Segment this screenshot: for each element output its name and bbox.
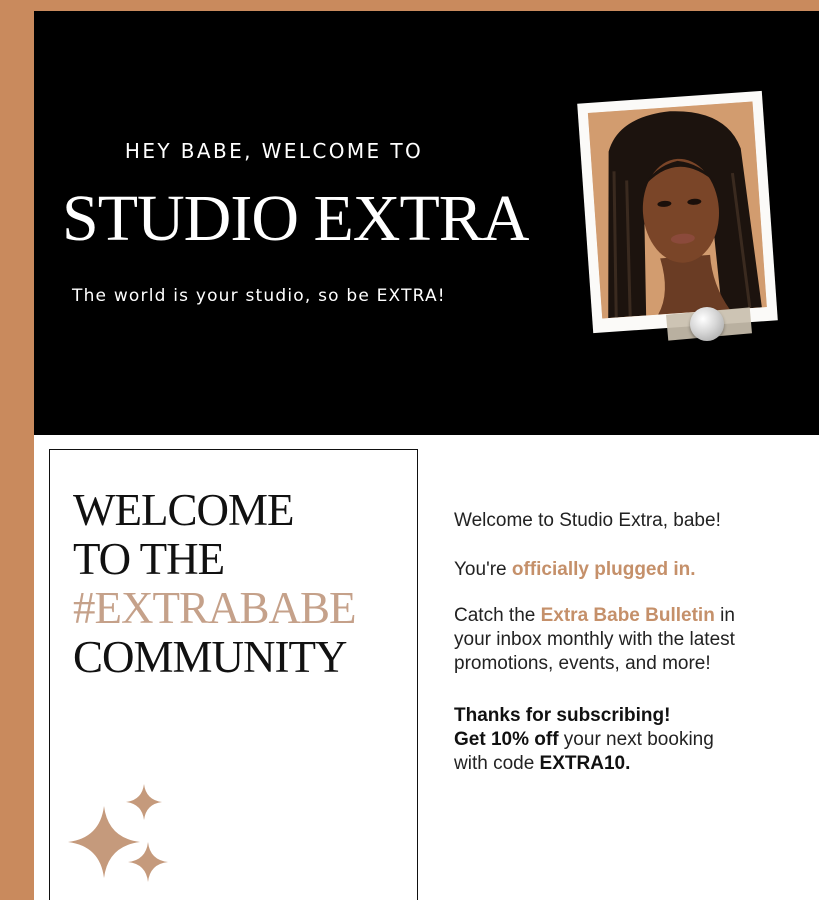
welcome-copy: Welcome to Studio Extra, babe! You're of… (454, 509, 819, 776)
heading-line-hashtag: #EXTRABABE (73, 583, 356, 633)
hero-banner: HEY BABE, WELCOME TO STUDIO EXTRA The wo… (34, 11, 819, 435)
code-prefix: with code (454, 753, 540, 774)
plugged-in-prefix: You're (454, 559, 512, 580)
offer-rest: your next booking (558, 729, 714, 750)
hero-tagline: The world is your studio, so be EXTRA! (72, 286, 446, 306)
heading-line-community: COMMUNITY (73, 632, 348, 682)
bulletin-line-2: your inbox monthly with the latest (454, 629, 735, 650)
community-panel: WELCOME TO THE #EXTRABABE COMMUNITY (49, 449, 418, 900)
bulletin-line-3: promotions, events, and more! (454, 653, 711, 674)
portrait-image (587, 101, 767, 319)
code-line: with code EXTRA10. (454, 752, 819, 776)
bulletin-prefix: Catch the (454, 605, 541, 626)
bulletin-suffix: in (714, 605, 735, 626)
polaroid-photo (577, 90, 778, 334)
thanks-line: Thanks for subscribing! (454, 705, 671, 726)
offer-line: Get 10% off your next booking (454, 728, 819, 752)
offer-bold: Get 10% off (454, 729, 559, 750)
brand-title: STUDIO EXTRA (62, 182, 529, 255)
heading-line-to-the: TO THE (73, 534, 225, 584)
bulletin-line-1: Catch the Extra Babe Bulletin in (454, 604, 819, 628)
promo-code: EXTRA10. (539, 753, 631, 774)
community-heading: WELCOME TO THE #EXTRABABE COMMUNITY (73, 486, 356, 682)
welcome-line: Welcome to Studio Extra, babe! (454, 510, 721, 531)
plugged-in-line: You're officially plugged in. (454, 558, 819, 582)
heading-line-welcome: WELCOME (73, 485, 294, 535)
plugged-in-highlight: officially plugged in. (511, 559, 696, 580)
pushpin-icon (690, 307, 724, 341)
hero-eyebrow: HEY BABE, WELCOME TO (124, 139, 424, 163)
bulletin-highlight: Extra Babe Bulletin (540, 605, 715, 626)
email-body: HEY BABE, WELCOME TO STUDIO EXTRA The wo… (34, 11, 819, 900)
sparkle-icon (68, 784, 168, 882)
